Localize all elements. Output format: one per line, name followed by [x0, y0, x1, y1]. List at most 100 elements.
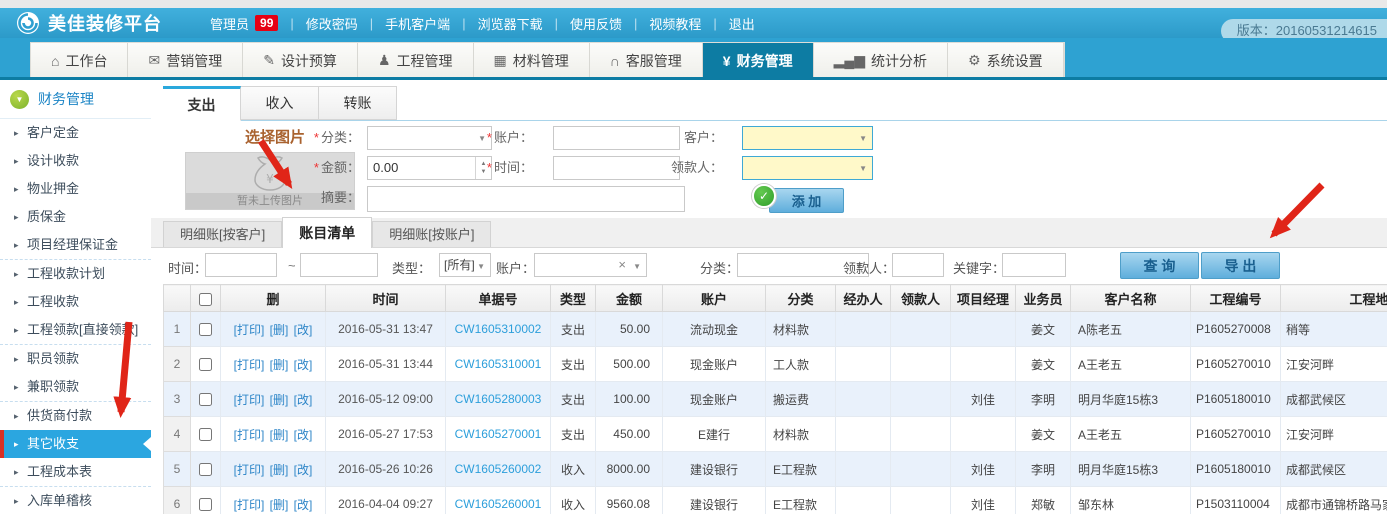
triangle-bullet-icon: ▸ — [14, 373, 19, 401]
menu-link[interactable]: 修改密码 — [306, 14, 358, 33]
ledger-tab[interactable]: 明细账[按账户] — [372, 221, 491, 247]
clear-icon[interactable]: × — [618, 257, 626, 272]
delete-link[interactable]: [删] — [270, 428, 289, 442]
doc-number-link[interactable]: CW1605270001 — [455, 427, 542, 441]
ledger-tab[interactable]: 账目清单 — [282, 217, 372, 248]
sidebar-item[interactable]: ▸ 工程收款计划 — [0, 260, 151, 288]
delete-link[interactable]: [删] — [270, 498, 289, 512]
edit-link[interactable]: [改] — [294, 463, 313, 477]
print-link[interactable]: [打印] — [234, 358, 265, 372]
delete-link[interactable]: [删] — [270, 323, 289, 337]
customer-select[interactable]: ▼ — [742, 126, 873, 150]
filter-account-combo[interactable]: × ▼ — [534, 253, 647, 277]
menu-link[interactable]: 浏览器下载 — [478, 14, 543, 33]
notification-badge[interactable]: 99 — [255, 15, 278, 31]
print-link[interactable]: [打印] — [234, 463, 265, 477]
sidebar-item-label: 客户定金 — [27, 125, 79, 140]
summary-input[interactable] — [367, 186, 685, 212]
record-type-tab[interactable]: 支出 — [163, 86, 241, 121]
doc-number-link[interactable]: CW1605310001 — [455, 357, 542, 371]
edit-icon: ✎ — [263, 52, 275, 69]
print-link[interactable]: [打印] — [234, 498, 265, 512]
sidebar-item[interactable]: ▸ 物业押金 — [0, 175, 151, 203]
nav-item[interactable]: ∩ 客服管理 — [590, 43, 703, 78]
nav-item[interactable]: ✉ 营销管理 — [128, 43, 243, 78]
edit-link[interactable]: [改] — [294, 358, 313, 372]
record-type-tab[interactable]: 转账 — [319, 86, 397, 120]
row-checkbox[interactable] — [199, 393, 212, 406]
triangle-bullet-icon: ▸ — [14, 119, 19, 147]
menu-link[interactable]: 视频教程 — [649, 14, 701, 33]
sidebar-item[interactable]: ▸ 其它收支 — [0, 430, 151, 458]
doc-number-link[interactable]: CW1605260002 — [455, 462, 542, 476]
edit-link[interactable]: [改] — [294, 428, 313, 442]
edit-link[interactable]: [改] — [294, 323, 313, 337]
table-header-row: 删 时间 单据号 类型 金额 账户 分类 经办人 领款人 项目经理 业务员 客户… — [164, 285, 1387, 312]
nav-item[interactable]: ▦ 材料管理 — [474, 43, 590, 78]
sidebar-item[interactable]: ▸ 工程领款[直接领款] — [0, 316, 151, 345]
doc-number-link[interactable]: CW1605260001 — [455, 497, 542, 511]
nav-item[interactable]: ✎ 设计预算 — [243, 43, 358, 78]
menu-link[interactable]: 退出 — [729, 14, 755, 33]
sidebar-item[interactable]: ▸ 设计收款 — [0, 147, 151, 175]
record-type-tab[interactable]: 收入 — [241, 86, 319, 120]
filter-keyword-input[interactable] — [1002, 253, 1066, 277]
print-link[interactable]: [打印] — [234, 393, 265, 407]
sidebar-item[interactable]: ▸ 质保金 — [0, 203, 151, 231]
nav-item-label: 统计分析 — [871, 51, 927, 71]
nav-item[interactable]: ¥ 财务管理 — [703, 43, 814, 78]
nav-item[interactable]: ⚙ 系统设置 — [948, 43, 1064, 78]
sidebar-item[interactable]: ▸ 工程收款 — [0, 288, 151, 316]
filter-time-to-input[interactable] — [300, 253, 378, 277]
filter-type-select[interactable]: [所有] ▼ — [439, 253, 491, 277]
sidebar-item[interactable]: ▸ 供货商付款 — [0, 402, 151, 430]
sidebar-item[interactable]: ▸ 项目经理保证金 — [0, 231, 151, 260]
row-checkbox[interactable] — [199, 358, 212, 371]
doc-number-link[interactable]: CW1605280003 — [455, 392, 542, 406]
menu-link[interactable]: 使用反馈 — [570, 14, 622, 33]
edit-link[interactable]: [改] — [294, 393, 313, 407]
cell-time: 2016-05-31 13:44 — [326, 347, 446, 382]
delete-link[interactable]: [删] — [270, 358, 289, 372]
sidebar-item[interactable]: ▸ 工程成本表 — [0, 458, 151, 487]
select-all-header — [191, 285, 221, 312]
filter-payee-input[interactable] — [892, 253, 944, 277]
edit-link[interactable]: [改] — [294, 498, 313, 512]
ledger-tab[interactable]: 明细账[按客户] — [163, 221, 282, 247]
search-button[interactable]: 查 询 — [1120, 252, 1199, 279]
filter-time-from-input[interactable] — [205, 253, 277, 277]
nav-item[interactable]: ♟ 工程管理 — [358, 43, 474, 78]
payee-select[interactable]: ▼ — [742, 156, 873, 180]
sidebar-item[interactable]: ▸ 兼职领款 — [0, 373, 151, 402]
select-all-checkbox[interactable] — [199, 293, 212, 306]
headset-icon: ∩ — [610, 53, 620, 69]
nav-item[interactable]: ▂▄▆ 统计分析 — [814, 43, 948, 78]
time-label: *时间： — [463, 156, 533, 180]
row-checkbox[interactable] — [199, 323, 212, 336]
nav-item-label: 客服管理 — [626, 51, 682, 71]
admin-link[interactable]: 管理员 — [210, 14, 249, 33]
row-checkbox[interactable] — [199, 463, 212, 476]
print-link[interactable]: [打印] — [234, 428, 265, 442]
sidebar-item[interactable]: ▸ 职员领款 — [0, 345, 151, 373]
filter-time-label: 时间： — [168, 258, 207, 277]
gear-icon: ⚙ — [968, 52, 981, 69]
print-link[interactable]: [打印] — [234, 323, 265, 337]
menu-link[interactable]: 手机客户端 — [385, 14, 450, 33]
sidebar-header[interactable]: ▼ 财务管理 — [0, 80, 151, 119]
export-button[interactable]: 导 出 — [1201, 252, 1280, 279]
sidebar-item[interactable]: ▸ 入库单稽核 — [0, 487, 151, 514]
sidebar-item[interactable]: ▸ 客户定金 — [0, 119, 151, 147]
nav-item[interactable]: ⌂ 工作台 — [31, 43, 128, 78]
row-actions: [打印] [删] [改] — [221, 487, 326, 514]
row-checkbox[interactable] — [199, 498, 212, 511]
delete-link[interactable]: [删] — [270, 463, 289, 477]
ledger-tab-label: 明细账[按客户] — [180, 227, 265, 242]
delete-link[interactable]: [删] — [270, 393, 289, 407]
nav-item-label: 工程管理 — [397, 51, 453, 71]
row-number: 4 — [164, 417, 191, 452]
cell-address: 江安河畔 — [1281, 347, 1387, 382]
doc-number-link[interactable]: CW1605310002 — [455, 322, 542, 336]
add-button[interactable]: 添 加 — [769, 188, 844, 213]
row-checkbox[interactable] — [199, 428, 212, 441]
